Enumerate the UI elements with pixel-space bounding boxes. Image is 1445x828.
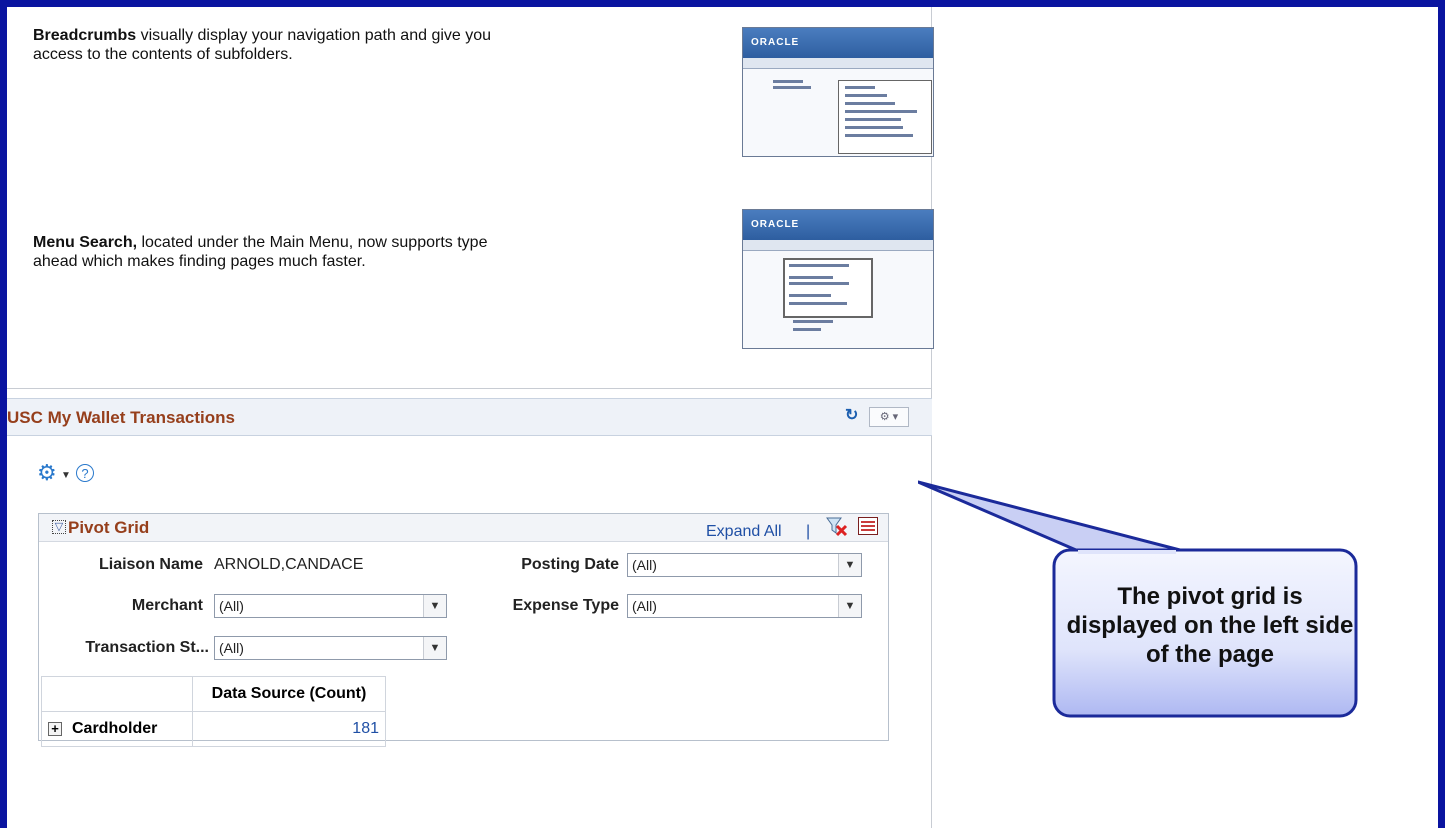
table-row: + Cardholder 181 [41, 711, 386, 747]
pivot-grid-title: Pivot Grid [68, 518, 150, 537]
callout-text: The pivot grid is displayed on the left … [1066, 583, 1354, 668]
separator: | [806, 523, 811, 540]
pivot-table: Data Source (Count) + Cardholder 181 [41, 676, 386, 747]
collapse-icon[interactable]: ▽ [52, 520, 66, 534]
row-label: Cardholder [72, 720, 158, 737]
menu-search-screenshot: ORACLE [742, 209, 934, 349]
chevron-down-icon[interactable]: ▼ [61, 470, 71, 481]
pagelet-options-button[interactable]: ⚙ ▾ [869, 407, 909, 427]
row-header: + Cardholder [41, 711, 193, 747]
clear-filter-icon[interactable] [826, 517, 848, 537]
chevron-down-icon: ▼ [838, 595, 861, 617]
expense-type-value: (All) [632, 598, 657, 614]
transaction-status-select[interactable]: (All) ▼ [214, 636, 447, 660]
pagelet-title: USC My Wallet Transactions [7, 408, 235, 427]
pivot-grid-header: ▽ Pivot Grid Expand All | [39, 514, 888, 542]
tip-heading: Breadcrumbs [33, 27, 137, 44]
pagelet-header: USC My Wallet Transactions ↻ ⚙ ▾ [7, 398, 932, 436]
chevron-down-icon: ▼ [423, 595, 446, 617]
tip-heading: Menu Search, [33, 234, 138, 251]
transaction-status-label: Transaction St... [85, 639, 209, 656]
table-header-row: Data Source (Count) [41, 676, 386, 712]
help-icon[interactable]: ? [76, 464, 94, 482]
count-cell[interactable]: 181 [192, 711, 386, 747]
breadcrumbs-tip: Breadcrumbs visually display your naviga… [33, 26, 493, 64]
menu-search-tip: Menu Search, located under the Main Menu… [33, 233, 493, 271]
liaison-name-label: Liaison Name [98, 556, 203, 573]
refresh-icon[interactable]: ↻ [845, 408, 861, 424]
divider [7, 388, 932, 389]
column-header: Data Source (Count) [192, 676, 386, 712]
expense-type-label: Expense Type [512, 597, 619, 614]
chevron-down-icon: ▼ [423, 637, 446, 659]
breadcrumbs-screenshot: ORACLE [742, 27, 934, 157]
posting-date-value: (All) [632, 557, 657, 573]
grid-view-icon[interactable] [858, 517, 878, 535]
expand-plus-icon[interactable]: + [48, 721, 62, 736]
posting-date-select[interactable]: (All) ▼ [627, 553, 862, 577]
pivot-grid: ▽ Pivot Grid Expand All | Liaison Name A… [38, 513, 889, 747]
transaction-status-value: (All) [219, 640, 244, 656]
merchant-select[interactable]: (All) ▼ [214, 594, 447, 618]
merchant-label: Merchant [131, 597, 203, 614]
oracle-logo: ORACLE [743, 210, 933, 240]
expense-type-select[interactable]: (All) ▼ [627, 594, 862, 618]
chevron-down-icon: ▼ [838, 554, 861, 576]
gear-icon[interactable]: ⚙ [37, 462, 57, 484]
liaison-name-value: ARNOLD,CANDACE [214, 556, 364, 573]
oracle-logo: ORACLE [743, 28, 933, 58]
merchant-value: (All) [219, 598, 244, 614]
expand-all-link[interactable]: Expand All [706, 523, 782, 541]
posting-date-label: Posting Date [521, 556, 619, 573]
